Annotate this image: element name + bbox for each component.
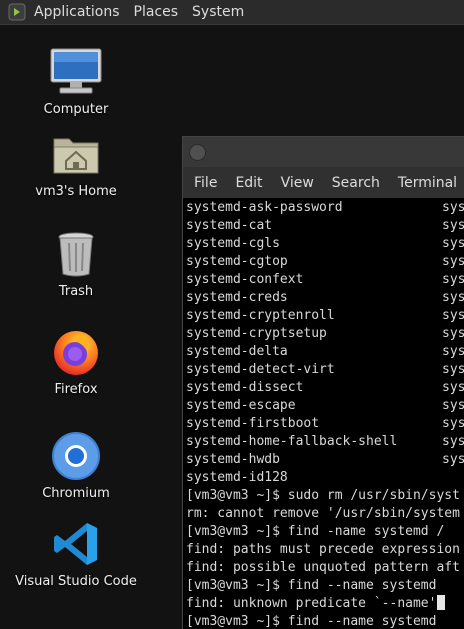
vscode-icon [54, 523, 97, 565]
desktop-icon-vscode[interactable]: Visual Studio Code [0, 516, 156, 589]
trash-icon [58, 232, 94, 277]
terminal-line: find: possible unquoted pattern aft [186, 560, 460, 575]
terminal-line: rm: cannot remove '/usr/sbin/system [186, 506, 460, 521]
menu-view[interactable]: View [281, 175, 314, 191]
places-menu[interactable]: Places [134, 0, 179, 24]
terminal-line: systemd-detect-virt sys [186, 362, 464, 377]
terminal-line: [vm3@vm3 ~]$ find --name systemd [186, 578, 437, 593]
terminal-line: find: unknown predicate `--name' [186, 595, 464, 613]
desktop-icon-label: Computer [43, 102, 109, 117]
terminal-line: systemd-cgls sys [186, 236, 464, 251]
terminal-line: systemd-cgtop sys [186, 254, 464, 269]
firefox-icon [54, 331, 98, 375]
terminal-line: systemd-creds sys [186, 290, 464, 305]
terminal-prompt-line[interactable]: [vm3@vm3 ~]$ find --name systemd [186, 613, 464, 629]
desktop-icon-computer[interactable]: Computer [0, 44, 156, 117]
terminal-line: systemd-hwdb sys [186, 452, 464, 467]
desktop-icon-label: Firefox [54, 382, 98, 397]
top-panel: Applications Places System [0, 0, 464, 25]
terminal-titlebar[interactable] [183, 137, 464, 167]
desktop-icon-home[interactable]: vm3's Home [0, 126, 156, 199]
chromium-icon [52, 432, 100, 480]
desktop-icon-firefox[interactable]: Firefox [0, 324, 156, 397]
menu-file[interactable]: File [194, 175, 217, 191]
desktop-icon-label: vm3's Home [35, 184, 117, 199]
menu-search[interactable]: Search [332, 175, 380, 191]
terminal-window[interactable]: File Edit View Search Terminal H systemd… [182, 136, 464, 629]
terminal-line: [vm3@vm3 ~]$ sudo rm /usr/sbin/syst [186, 488, 460, 503]
terminal-menubar: File Edit View Search Terminal H [183, 167, 464, 198]
terminal-line: systemd-firstboot sys [186, 416, 464, 431]
terminal-line: systemd-cryptsetup sys [186, 326, 464, 341]
distro-logo-icon[interactable] [8, 3, 26, 21]
desktop-icon-label: Trash [58, 284, 94, 299]
desktop-icon-label: Chromium [42, 486, 110, 501]
desktop-icon-label: Visual Studio Code [15, 574, 137, 589]
terminal-cursor [437, 595, 446, 610]
menu-terminal[interactable]: Terminal [398, 175, 457, 191]
menu-edit[interactable]: Edit [235, 175, 262, 191]
terminal-line: systemd-confext sys [186, 272, 464, 287]
window-menu-button[interactable] [189, 144, 206, 161]
terminal-line: find: paths must precede expression [186, 542, 460, 557]
terminal-line: systemd-escape sys [186, 398, 464, 413]
terminal-line: systemd-cryptenroll sys [186, 308, 464, 323]
desktop-icon-trash[interactable]: Trash [0, 226, 156, 299]
terminal-line: systemd-delta sys [186, 344, 464, 359]
applications-menu[interactable]: Applications [34, 0, 120, 24]
terminal-line: systemd-ask-password sys [186, 200, 464, 215]
system-menu[interactable]: System [192, 0, 244, 24]
terminal-line: systemd-home-fallback-shell sys [186, 434, 464, 449]
computer-icon [50, 48, 102, 94]
desktop-screen: Applications Places System Computer vm3'… [0, 0, 464, 629]
terminal-line: systemd-dissect sys [186, 380, 464, 395]
terminal-line: systemd-id128 [186, 470, 288, 485]
desktop-icon-chromium[interactable]: Chromium [0, 428, 156, 501]
terminal-line: [vm3@vm3 ~]$ find -name systemd / [186, 524, 445, 539]
home-folder-icon [53, 138, 99, 174]
terminal-line: systemd-cat sys [186, 218, 464, 233]
terminal-output[interactable]: systemd-ask-password sys systemd-cat sys s… [186, 199, 464, 629]
